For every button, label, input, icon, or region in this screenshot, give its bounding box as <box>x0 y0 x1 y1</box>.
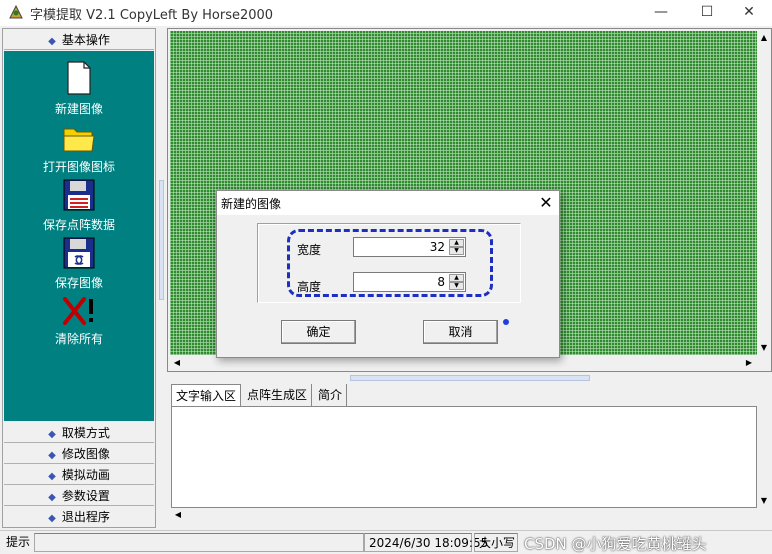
cancel-button[interactable]: 取消 <box>423 320 498 344</box>
diamond-icon: ◆ <box>48 429 56 440</box>
sidebar-section-animation[interactable]: ◆ 模拟动画 <box>4 465 154 485</box>
tool-label: 打开图像图标 <box>42 160 115 174</box>
sidebar-section-exit[interactable]: ◆ 退出程序 <box>4 507 154 527</box>
dialog-title-bar: 新建的图像 ✕ <box>217 191 559 215</box>
scroll-left-icon[interactable]: ◀ <box>170 356 184 370</box>
tool-label: 新建图像 <box>54 102 103 116</box>
floppy-save-data-icon <box>63 179 95 211</box>
status-caps: 大小写 <box>474 533 518 552</box>
splitter-grip[interactable] <box>159 180 164 300</box>
sidebar-tool-panel: 新建图像 打开图像图标 保存点阵数据 保存图像 清除所有 <box>4 51 154 421</box>
sidebar-section-settings[interactable]: ◆ 参数设置 <box>4 486 154 506</box>
diamond-icon: ◆ <box>48 36 56 47</box>
tool-clear-all[interactable]: 清除所有 <box>4 297 154 347</box>
sidebar-section-basic[interactable]: ◆ 基本操作 <box>4 30 154 50</box>
sidebar-section-label: 模拟动画 <box>61 468 110 482</box>
text-input-area[interactable] <box>171 406 757 508</box>
scroll-down-icon[interactable]: ▼ <box>757 341 771 355</box>
floppy-save-image-icon <box>63 237 95 269</box>
tool-open-image[interactable]: 打开图像图标 <box>4 123 154 175</box>
scroll-right-icon[interactable]: ▶ <box>742 356 756 370</box>
tab-intro[interactable]: 简介 <box>314 384 348 406</box>
text-horizontal-scrollbar[interactable]: ◀ <box>171 508 757 522</box>
sidebar-section-label: 取模方式 <box>61 426 110 440</box>
status-datetime: 2024/6/30 18:09:55 <box>364 533 488 552</box>
annotation-dot <box>503 319 509 325</box>
dialog-title: 新建的图像 <box>221 197 282 211</box>
sidebar-section-label: 基本操作 <box>61 33 110 47</box>
status-message <box>34 533 364 552</box>
tab-bar: 文字输入区 点阵生成区 简介 <box>167 384 772 406</box>
diamond-icon: ◆ <box>48 450 56 461</box>
tool-label: 保存点阵数据 <box>42 218 115 232</box>
scroll-up-icon[interactable]: ▲ <box>757 31 771 45</box>
new-file-icon <box>67 61 91 95</box>
diamond-icon: ◆ <box>48 513 56 524</box>
clear-all-icon <box>63 297 93 325</box>
close-button[interactable]: ✕ <box>726 0 772 26</box>
sidebar-section-mode[interactable]: ◆ 取模方式 <box>4 423 154 443</box>
tool-new-image[interactable]: 新建图像 <box>4 61 154 117</box>
folder-open-icon <box>63 128 95 152</box>
tool-save-data[interactable]: 保存点阵数据 <box>4 179 154 233</box>
window-title: 字模提取 V2.1 CopyLeft By Horse2000 <box>30 8 274 23</box>
diamond-icon: ◆ <box>48 492 56 503</box>
canvas-horizontal-scrollbar[interactable]: ◀ ▶ <box>170 356 757 370</box>
ok-button[interactable]: 确定 <box>281 320 356 344</box>
diamond-icon: ◆ <box>48 471 56 482</box>
watermark: CSDN @小狗爱吃黄桃罐头 <box>524 535 707 553</box>
sidebar-section-label: 退出程序 <box>61 510 110 524</box>
tool-save-image[interactable]: 保存图像 <box>4 237 154 291</box>
annotation-highlight <box>287 229 493 297</box>
tab-text-input[interactable]: 文字输入区 <box>171 384 242 406</box>
text-vertical-scrollbar[interactable]: ▼ <box>757 406 771 508</box>
tool-label: 保存图像 <box>54 276 103 290</box>
sidebar-section-edit-image[interactable]: ◆ 修改图像 <box>4 444 154 464</box>
sidebar: ◆ 基本操作 新建图像 打开图像图标 保存点阵数据 保存图像 清除所有 ◆ 取模… <box>2 28 156 528</box>
canvas-vertical-scrollbar[interactable]: ▲ ▼ <box>757 31 771 355</box>
dialog-close-button[interactable]: ✕ <box>535 192 557 214</box>
app-icon <box>9 4 23 19</box>
scroll-left-icon[interactable]: ◀ <box>171 508 185 522</box>
sidebar-section-label: 修改图像 <box>61 447 110 461</box>
title-bar: 字模提取 V2.1 CopyLeft By Horse2000 — ☐ ✕ <box>0 0 772 26</box>
splitter-grip[interactable] <box>350 375 590 381</box>
minimize-button[interactable]: — <box>638 0 684 26</box>
sidebar-section-label: 参数设置 <box>61 489 110 503</box>
new-image-dialog: 新建的图像 ✕ 宽度 32 ▲ ▼ 高度 8 ▲ ▼ 确定 取消 <box>216 190 560 358</box>
status-hint: 提示 <box>6 535 31 549</box>
tool-label: 清除所有 <box>54 332 103 346</box>
maximize-button[interactable]: ☐ <box>684 0 730 26</box>
scroll-down-icon[interactable]: ▼ <box>757 494 771 508</box>
tab-dot-matrix[interactable]: 点阵生成区 <box>243 384 313 406</box>
